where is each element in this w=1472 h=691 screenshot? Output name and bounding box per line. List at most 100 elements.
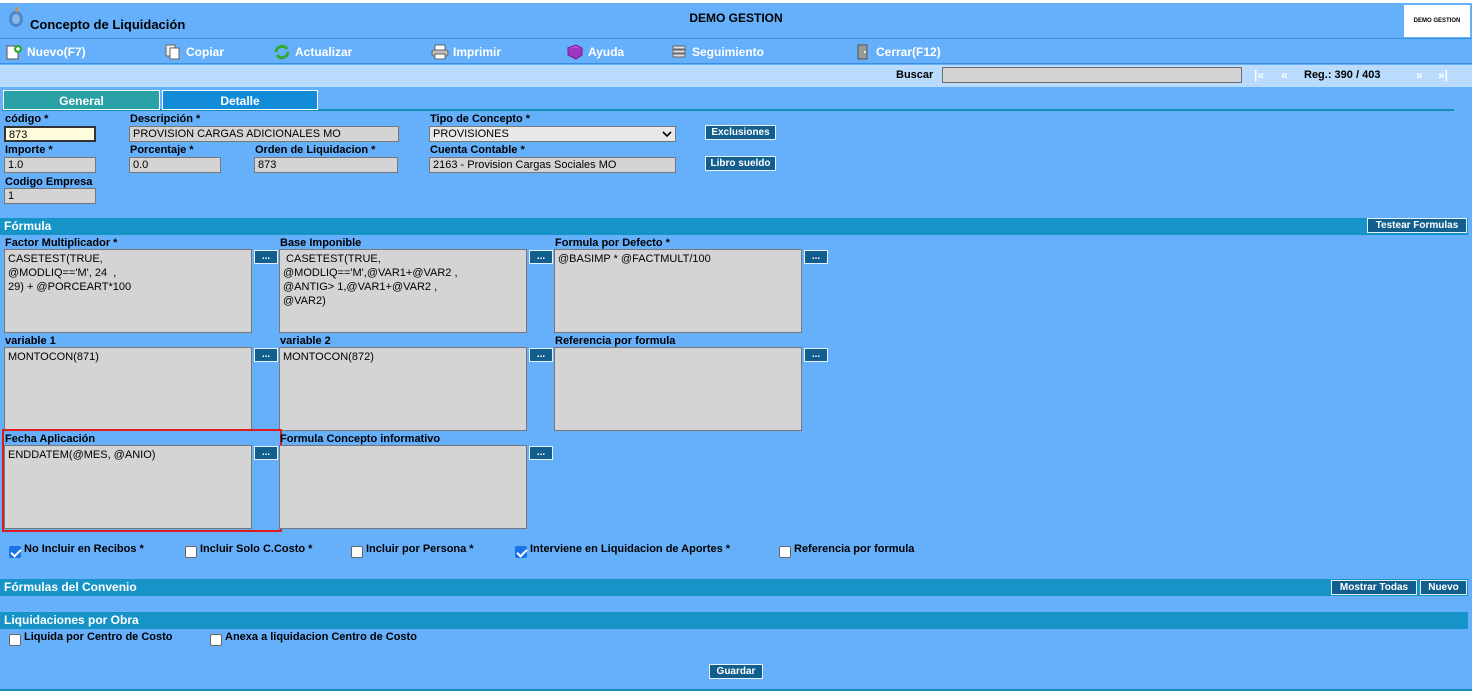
- libro-sueldo-button[interactable]: Libro sueldo: [705, 156, 776, 171]
- obra-section-title: Liquidaciones por Obra: [4, 613, 139, 627]
- codigo-input[interactable]: 873: [4, 126, 96, 142]
- last-record-button[interactable]: »|: [1438, 68, 1448, 82]
- formula-defecto-textarea[interactable]: @BASIMP * @FACTMULT/100: [554, 249, 802, 333]
- copy-button[interactable]: Copiar: [164, 43, 224, 61]
- formula-section-header: Fórmula: [0, 218, 1468, 235]
- variable2-label: variable 2: [280, 335, 331, 347]
- variable1-label: variable 1: [5, 335, 56, 347]
- print-button[interactable]: Imprimir: [431, 43, 501, 61]
- first-record-button[interactable]: |«: [1254, 68, 1264, 82]
- tracking-button[interactable]: Seguimiento: [670, 43, 764, 61]
- cuenta-contable-label: Cuenta Contable *: [430, 144, 525, 156]
- close-button-label: Cerrar(F12): [876, 45, 941, 59]
- orden-liquidacion-label: Orden de Liquidacion *: [255, 144, 376, 156]
- formula-informativo-textarea[interactable]: [279, 445, 527, 529]
- orden-liquidacion-input[interactable]: 873: [254, 157, 398, 173]
- record-counter: Reg.: 390 / 403: [1304, 69, 1381, 81]
- prev-record-button[interactable]: «: [1281, 68, 1288, 82]
- variable1-edit-button[interactable]: ...: [254, 348, 278, 362]
- new-button-label: Nuevo(F7): [27, 45, 86, 59]
- interviene-aportes-checkbox[interactable]: [515, 546, 527, 558]
- test-formulas-button[interactable]: Testear Formulas: [1367, 218, 1467, 233]
- exclusiones-button[interactable]: Exclusiones: [705, 125, 776, 140]
- help-book-icon: [566, 44, 584, 60]
- formula-defecto-label: Formula por Defecto *: [555, 237, 670, 249]
- convenio-section-header: Fórmulas del Convenio: [0, 579, 1468, 596]
- tipo-concepto-select[interactable]: PROVISIONES: [429, 126, 676, 142]
- close-button[interactable]: Cerrar(F12): [854, 43, 941, 61]
- incluir-solo-ccosto-label: Incluir Solo C.Costo *: [200, 543, 313, 555]
- anexa-ccosto-checkbox[interactable]: [210, 634, 222, 646]
- convenio-section-title: Fórmulas del Convenio: [4, 580, 137, 594]
- next-record-button[interactable]: »: [1416, 68, 1423, 82]
- printer-icon: [431, 44, 449, 60]
- company-name: DEMO GESTION: [689, 11, 783, 25]
- variable2-textarea[interactable]: MONTOCON(872): [279, 347, 527, 431]
- no-incluir-recibos-checkbox[interactable]: [9, 546, 21, 558]
- variable1-textarea[interactable]: MONTOCON(871): [4, 347, 252, 431]
- incluir-por-persona-label: Incluir por Persona *: [366, 543, 474, 555]
- importe-label: Importe *: [5, 144, 53, 156]
- update-button[interactable]: Actualizar: [273, 43, 352, 61]
- company-logo-text: DEMO GESTION: [1413, 18, 1461, 24]
- tab-detalle[interactable]: Detalle: [162, 90, 318, 110]
- referencia-formula-checkbox[interactable]: [779, 546, 791, 558]
- base-imponible-textarea[interactable]: CASETEST(TRUE, @MODLIQ=='M',@VAR1+@VAR2 …: [279, 249, 527, 333]
- codigo-label: código *: [5, 113, 49, 125]
- descripcion-label: Descripción *: [130, 113, 201, 125]
- convenio-nuevo-button[interactable]: Nuevo: [1420, 580, 1467, 595]
- toolbar: Nuevo(F7) Copiar Actualizar Imprimir Ayu…: [0, 38, 1472, 64]
- formula-informativo-label: Formula Concepto informativo: [280, 433, 441, 445]
- referencia-formula-textarea[interactable]: [554, 347, 802, 431]
- base-imponible-edit-button[interactable]: ...: [529, 250, 553, 264]
- update-button-label: Actualizar: [295, 45, 353, 59]
- tab-general[interactable]: General: [3, 90, 160, 110]
- base-imponible-label: Base Imponible: [280, 237, 362, 249]
- copy-icon: [165, 44, 180, 60]
- incluir-por-persona-checkbox[interactable]: [351, 546, 363, 558]
- refresh-icon: [274, 44, 290, 60]
- tracking-button-label: Seguimiento: [692, 45, 765, 59]
- factor-multiplicador-label: Factor Multiplicador *: [5, 237, 118, 249]
- new-button[interactable]: Nuevo(F7): [5, 43, 86, 61]
- navigation-bar: [0, 65, 1472, 87]
- porcentaje-label: Porcentaje *: [130, 144, 194, 156]
- new-doc-icon: [6, 45, 22, 60]
- porcentaje-input[interactable]: 0.0: [129, 157, 221, 173]
- formula-defecto-edit-button[interactable]: ...: [804, 250, 828, 264]
- liquida-ccosto-checkbox[interactable]: [9, 634, 21, 646]
- tipo-concepto-value: PROVISIONES: [433, 128, 509, 140]
- mostrar-todas-button[interactable]: Mostrar Todas: [1331, 580, 1417, 595]
- copy-button-label: Copiar: [186, 45, 225, 59]
- cuenta-contable-input[interactable]: 2163 - Provision Cargas Sociales MO: [429, 157, 676, 173]
- importe-input[interactable]: 1.0: [4, 157, 96, 173]
- search-label: Buscar: [896, 69, 934, 81]
- formula-informativo-edit-button[interactable]: ...: [529, 446, 553, 460]
- search-input[interactable]: [942, 67, 1242, 83]
- tracking-icon: [672, 45, 686, 58]
- guardar-button[interactable]: Guardar: [709, 664, 763, 679]
- company-logo: DEMO GESTION: [1404, 5, 1470, 37]
- descripcion-input[interactable]: PROVISION CARGAS ADICIONALES MO: [129, 126, 399, 142]
- factor-multiplicador-textarea[interactable]: CASETEST(TRUE, @MODLIQ=='M', 24 , 29) + …: [4, 249, 252, 333]
- liquida-ccosto-label: Liquida por Centro de Costo: [24, 631, 173, 643]
- incluir-solo-ccosto-checkbox[interactable]: [185, 546, 197, 558]
- referencia-formula-label: Referencia por formula: [555, 335, 676, 347]
- formula-section-title: Fórmula: [4, 219, 52, 233]
- variable2-edit-button[interactable]: ...: [529, 348, 553, 362]
- factor-multiplicador-edit-button[interactable]: ...: [254, 250, 278, 264]
- help-button-label: Ayuda: [588, 45, 625, 59]
- codigo-empresa-input[interactable]: 1: [4, 188, 96, 204]
- referencia-formula-check-label: Referencia por formula: [794, 543, 915, 555]
- anexa-ccosto-label: Anexa a liquidacion Centro de Costo: [225, 631, 417, 643]
- referencia-formula-edit-button[interactable]: ...: [804, 348, 828, 362]
- help-button[interactable]: Ayuda: [566, 43, 624, 61]
- obra-section-header: Liquidaciones por Obra: [0, 612, 1468, 629]
- chevron-down-icon: [662, 131, 672, 138]
- interviene-aportes-label: Interviene en Liquidacion de Aportes *: [530, 543, 731, 555]
- exit-door-icon: [857, 44, 868, 60]
- codigo-empresa-label: Codigo Empresa: [5, 176, 93, 188]
- no-incluir-recibos-label: No Incluir en Recibos *: [24, 543, 144, 555]
- tipo-concepto-label: Tipo de Concepto *: [430, 113, 531, 125]
- highlight-box: [2, 429, 282, 532]
